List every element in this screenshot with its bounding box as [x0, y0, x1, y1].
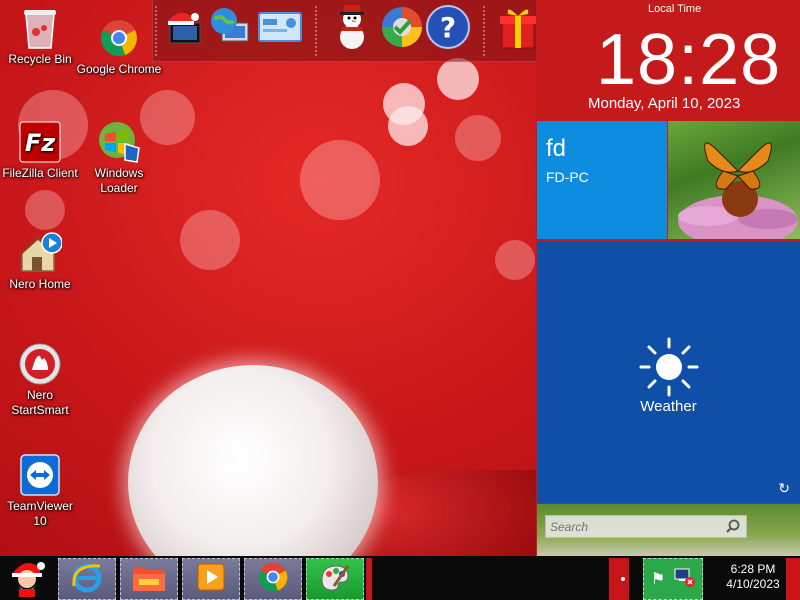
bokeh-light — [300, 140, 380, 220]
clock-label: Local Time — [648, 3, 702, 15]
desktop-icon-windows-loader[interactable]: Windows Loader — [76, 120, 162, 196]
dock-item-snowman[interactable] — [329, 3, 375, 56]
search-box[interactable] — [545, 515, 747, 538]
bokeh-light — [437, 58, 479, 100]
tray-time: 6:28 PM — [730, 562, 776, 576]
taskbar-app-file-explorer[interactable] — [120, 558, 178, 600]
desktop-icon-nero-home[interactable]: Nero Home — [0, 231, 83, 292]
dock-item-network[interactable] — [207, 5, 253, 53]
desktop-icon-label: Windows Loader — [94, 166, 144, 195]
dock-separator — [315, 6, 317, 56]
media-player-icon — [194, 560, 228, 599]
control-panel-icon — [257, 7, 303, 52]
tile-user[interactable]: fd FD-PC — [537, 121, 667, 239]
desktop-icon-label: FileZilla Client — [2, 166, 78, 180]
taskbar-app-media-player[interactable] — [182, 558, 240, 600]
windows-update-icon — [380, 5, 424, 54]
desktop-icon-teamviewer[interactable]: TeamViewer 10 — [0, 453, 83, 529]
dock-item-santa-computer[interactable] — [161, 5, 207, 53]
desktop-icon-recycle-bin[interactable]: Recycle Bin — [0, 6, 83, 67]
tile-photo[interactable] — [668, 121, 800, 239]
dock-item-windows-update[interactable] — [379, 5, 425, 53]
search-icon[interactable] — [726, 519, 740, 538]
teamviewer-icon — [18, 453, 62, 497]
dock-item-help[interactable]: ? — [425, 4, 471, 55]
dock-separator — [155, 6, 157, 56]
butterfly-flower-photo — [678, 142, 798, 239]
internet-explorer-icon — [70, 560, 104, 599]
chrome-icon — [97, 16, 141, 60]
folder-icon — [131, 561, 167, 598]
tray-dot-icon — [621, 577, 625, 581]
santa-computer-icon — [162, 5, 206, 54]
help-icon: ? — [425, 4, 471, 55]
bokeh-light — [495, 240, 535, 280]
tray-icons-group[interactable]: ⚑ — [643, 558, 703, 600]
svg-text:Fz: Fz — [25, 129, 56, 157]
taskbar-app-chrome[interactable] — [244, 558, 302, 600]
paint-icon — [318, 560, 352, 599]
user-name: fd — [546, 135, 567, 162]
snowman-icon — [332, 3, 372, 56]
desktop-icon-label: Google Chrome — [76, 62, 162, 76]
tray-show-hidden-button[interactable] — [609, 558, 629, 600]
clock-time: 18:28 — [596, 20, 782, 100]
bokeh-light — [455, 115, 501, 161]
tile-weather[interactable]: Weather ↻ — [537, 241, 800, 503]
chrome-icon — [257, 561, 289, 598]
dock-separator — [483, 6, 485, 56]
dock-item-gift[interactable] — [495, 5, 541, 53]
desktop-icon-filezilla[interactable]: Fz FileZilla Client — [0, 120, 83, 181]
taskbar-divider — [366, 558, 372, 600]
globe-network-icon — [208, 5, 252, 54]
flag-icon[interactable]: ⚑ — [651, 569, 665, 589]
bokeh-light — [388, 106, 428, 146]
recycle-bin-icon — [18, 6, 62, 50]
dock-item-control-panel[interactable] — [257, 5, 303, 53]
refresh-icon[interactable]: ↻ — [778, 480, 790, 497]
desktop-icon-nero-startsmart[interactable]: Nero StartSmart — [0, 342, 83, 418]
filezilla-icon: Fz — [18, 120, 62, 164]
desktop-icon-label: Nero Home — [9, 277, 71, 291]
windows-loader-icon — [97, 120, 141, 164]
desktop-icon-google-chrome[interactable]: Google Chrome — [76, 16, 162, 77]
clock-date: Monday, April 10, 2023 — [588, 95, 741, 112]
weather-label: Weather — [640, 398, 697, 415]
show-desktop-button[interactable] — [786, 558, 800, 600]
taskbar-app-internet-explorer[interactable] — [58, 558, 116, 600]
sun-icon — [639, 337, 699, 397]
start-button[interactable] — [2, 558, 52, 600]
svg-text:?: ? — [440, 11, 456, 44]
santa-start-icon — [7, 557, 47, 600]
desktop-icon-label: Nero StartSmart — [11, 388, 69, 417]
network-icon[interactable] — [673, 567, 696, 592]
tray-date: 4/10/2023 — [726, 577, 780, 591]
gift-icon — [498, 4, 538, 55]
pc-name: FD-PC — [546, 169, 589, 185]
desktop-icon-label: TeamViewer 10 — [7, 499, 73, 528]
bokeh-light — [180, 210, 240, 270]
nero-home-icon — [18, 231, 62, 275]
nero-startsmart-icon — [18, 342, 62, 386]
search-input[interactable] — [550, 518, 720, 536]
bokeh-light — [25, 190, 65, 230]
tray-clock[interactable]: 6:28 PM 4/10/2023 — [720, 562, 786, 592]
desktop-icon-label: Recycle Bin — [8, 52, 72, 66]
taskbar-app-paint[interactable] — [306, 558, 364, 600]
